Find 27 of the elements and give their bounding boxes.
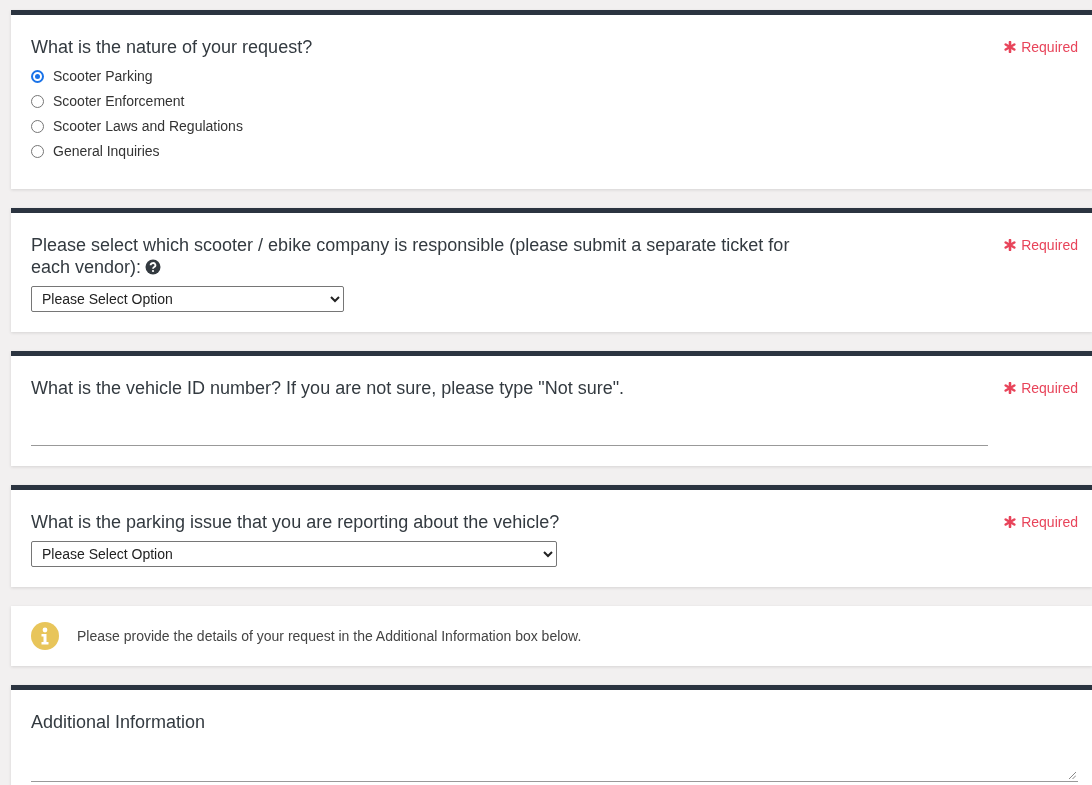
info-message: Please provide the details of your request in the Additional Information box below. xyxy=(77,628,582,644)
question-label: What is the nature of your request? xyxy=(31,36,314,58)
option-label: Scooter Laws and Regulations xyxy=(53,118,243,134)
required-label: Required xyxy=(1021,380,1078,396)
question-label: What is the vehicle ID number? If you are not sure, please type "Not sure". xyxy=(31,377,626,399)
asterisk-icon xyxy=(1004,382,1017,394)
info-icon xyxy=(31,622,59,650)
option-label: General Inquiries xyxy=(53,143,160,159)
question-label: What is the parking issue that you are reporting about the vehicle? xyxy=(31,511,561,533)
option-label: Scooter Enforcement xyxy=(53,93,185,109)
resize-handle-icon[interactable] xyxy=(1068,771,1076,779)
question-label: Additional Information xyxy=(31,711,207,733)
required-label: Required xyxy=(1021,237,1078,253)
required-label: Required xyxy=(1021,514,1078,530)
asterisk-icon xyxy=(1004,41,1017,53)
radio-button[interactable] xyxy=(31,144,44,158)
help-icon[interactable] xyxy=(145,259,162,275)
radio-button[interactable] xyxy=(31,94,44,108)
question-label: Please select which scooter / ebike company is responsible (please submit a separate ticket for each vendor): xyxy=(31,234,791,278)
radio-button[interactable] xyxy=(31,119,44,133)
required-label: Required xyxy=(1021,39,1078,55)
asterisk-icon xyxy=(1004,239,1017,251)
dropdown[interactable]: Please Select Option xyxy=(31,541,557,567)
option-label: Scooter Parking xyxy=(53,68,153,84)
radio-button[interactable] xyxy=(31,69,44,83)
asterisk-icon xyxy=(1004,516,1017,528)
dropdown[interactable]: Please Select Option xyxy=(31,286,344,312)
